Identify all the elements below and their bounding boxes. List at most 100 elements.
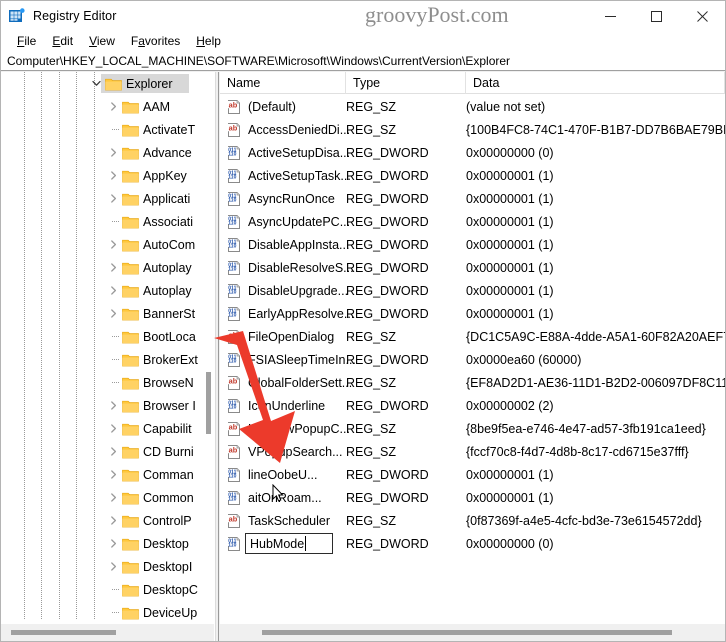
tree-elbow-line (105, 118, 121, 141)
tree-item-associati[interactable]: Associati (1, 210, 214, 233)
chevron-right-icon[interactable] (105, 486, 121, 509)
chevron-right-icon[interactable] (105, 509, 121, 532)
value-name: aitOnRoam... (248, 490, 322, 505)
registry-value-row[interactable]: ab TaskScheduler REG_SZ {0f87369f-a4e5-4cfc… (220, 509, 725, 532)
registry-value-row[interactable]: ab GlobalFolderSett... REG_SZ {EF8AD2D1-AE3… (220, 371, 725, 394)
registry-value-row[interactable]: 011 110 HubMode REG_DWORD 0x00000000 (0) (220, 532, 725, 555)
dword-value-icon: 011 110 (226, 168, 242, 184)
tree-item-desktopc[interactable]: DesktopC (1, 578, 214, 601)
chevron-right-icon[interactable] (105, 440, 121, 463)
registry-value-row[interactable]: 011 110 AsyncUpdatePC... REG_DWORD 0x0000000… (220, 210, 725, 233)
list-horizontal-scrollbar[interactable] (220, 624, 725, 641)
chevron-right-icon[interactable] (105, 555, 121, 578)
tree-item-autocom[interactable]: AutoCom (1, 233, 214, 256)
menu-item-help[interactable]: Help (188, 33, 229, 49)
address-bar[interactable]: Computer\HKEY_LOCAL_MACHINE\SOFTWARE\Mic… (1, 51, 725, 71)
tree-item-capabilit[interactable]: Capabilit (1, 417, 214, 440)
tree-item-applicati[interactable]: Applicati (1, 187, 214, 210)
registry-value-row[interactable]: 011 110 IconUnderline REG_DWORD 0x00000002 (… (220, 394, 725, 417)
tree-vscroll-thumb[interactable] (206, 372, 211, 434)
tree-elbow-line (105, 348, 121, 371)
svg-text:ab: ab (229, 445, 238, 454)
chevron-down-icon[interactable] (88, 72, 104, 95)
tree-item-explorer[interactable]: Explorer (1, 72, 214, 95)
value-data: (value not set) (466, 99, 546, 114)
registry-value-row[interactable]: 011 110 ActiveSetupTask... REG_DWORD 0x00000… (220, 164, 725, 187)
chevron-right-icon[interactable] (105, 394, 121, 417)
tree-item-appkey[interactable]: AppKey (1, 164, 214, 187)
tree-item-autoplay[interactable]: Autoplay (1, 256, 214, 279)
tree-horizontal-scrollbar[interactable] (1, 624, 214, 641)
registry-value-row[interactable]: 011 110 DisableResolveS... REG_DWORD 0x00000… (220, 256, 725, 279)
registry-value-row[interactable]: 011 110 AsyncRunOnce REG_DWORD 0x00000001 (1… (220, 187, 725, 210)
value-name: lineOobeU... (248, 467, 318, 482)
list-hscroll-thumb[interactable] (262, 630, 672, 635)
chevron-right-icon[interactable] (105, 256, 121, 279)
tree-vertical-scrollbar[interactable] (200, 72, 214, 620)
menu-item-favorites[interactable]: Favorites (123, 33, 188, 49)
tree-item-comman[interactable]: Comman (1, 463, 214, 486)
menu-item-file[interactable]: File (9, 33, 44, 49)
dword-value-icon: 011 110 (226, 260, 242, 276)
value-name: EarlyAppResolve... (248, 306, 355, 321)
dword-value-icon: 011 110 (226, 214, 242, 230)
close-button[interactable] (679, 1, 725, 31)
tree-item-browsen[interactable]: BrowseN (1, 371, 214, 394)
column-header-name[interactable]: Name (220, 72, 346, 94)
tree-item-browser-i[interactable]: Browser I (1, 394, 214, 417)
registry-value-row[interactable]: 011 110 DisableAppInsta... REG_DWORD 0x00000… (220, 233, 725, 256)
registry-value-row[interactable]: ab (Default) REG_SZ (value not set) (220, 95, 725, 118)
tree-item-bannerst[interactable]: BannerSt (1, 302, 214, 325)
tree-hscroll-thumb[interactable] (11, 630, 116, 635)
maximize-button[interactable] (633, 1, 679, 31)
registry-value-row[interactable]: ab VPopupSearch... REG_SZ {fccf70c8-f4d7-4d… (220, 440, 725, 463)
registry-value-row[interactable]: 011 110 FSIASleepTimeIn... REG_DWORD 0x0000e… (220, 348, 725, 371)
chevron-right-icon[interactable] (105, 302, 121, 325)
pane-splitter[interactable] (215, 72, 219, 641)
tree-item-autoplay[interactable]: Autoplay (1, 279, 214, 302)
column-header-type[interactable]: Type (346, 72, 466, 94)
value-name: VPopupSearch... (248, 444, 343, 459)
value-data: 0x00000002 (2) (466, 398, 554, 413)
tree-item-desktop[interactable]: Desktop (1, 532, 214, 555)
folder-icon (122, 353, 139, 367)
chevron-right-icon[interactable] (105, 532, 121, 555)
chevron-right-icon[interactable] (105, 279, 121, 302)
tree-item-brokerext[interactable]: BrokerExt (1, 348, 214, 371)
tree-item-common[interactable]: Common (1, 486, 214, 509)
registry-value-row[interactable]: 011 110 ActiveSetupDisa... REG_DWORD 0x00000… (220, 141, 725, 164)
chevron-right-icon[interactable] (105, 95, 121, 118)
value-data: 0x00000001 (1) (466, 283, 554, 298)
registry-value-row[interactable]: 011 110 aitOnRoam... REG_DWORD 0x00000001 (1… (220, 486, 725, 509)
tree-item-aam[interactable]: AAM (1, 95, 214, 118)
chevron-right-icon[interactable] (105, 463, 121, 486)
minimize-button[interactable] (587, 1, 633, 31)
registry-value-row[interactable]: 011 110 DisableUpgrade... REG_DWORD 0x000000… (220, 279, 725, 302)
chevron-right-icon[interactable] (105, 164, 121, 187)
registry-value-row[interactable]: ab AccessDeniedDi... REG_SZ {100B4FC8-74C1-… (220, 118, 725, 141)
registry-value-row[interactable]: ab ListViewPopupC... REG_SZ {8be9f5ea-e746-… (220, 417, 725, 440)
tree-item-desktopi[interactable]: DesktopI (1, 555, 214, 578)
tree-item-controlp[interactable]: ControlP (1, 509, 214, 532)
registry-value-row[interactable]: 011 110 EarlyAppResolve... REG_DWORD 0x00000… (220, 302, 725, 325)
title-bar: Registry Editor groovyPost.com (1, 1, 725, 31)
menu-item-view[interactable]: View (81, 33, 123, 49)
tree-item-bootloca[interactable]: BootLoca (1, 325, 214, 348)
chevron-right-icon[interactable] (105, 141, 121, 164)
tree-item-advance[interactable]: Advance (1, 141, 214, 164)
chevron-right-icon[interactable] (105, 233, 121, 256)
value-name-edit-input[interactable]: HubMode (245, 533, 333, 554)
value-type: REG_DWORD (346, 168, 429, 183)
menu-item-edit[interactable]: Edit (44, 33, 81, 49)
chevron-right-icon[interactable] (105, 417, 121, 440)
tree-item-cd-burni[interactable]: CD Burni (1, 440, 214, 463)
tree-item-activatet[interactable]: ActivateT (1, 118, 214, 141)
registry-value-row[interactable]: 011 110 lineOobeU... REG_DWORD 0x00000001 (1… (220, 463, 725, 486)
value-type: REG_DWORD (346, 145, 429, 160)
chevron-right-icon[interactable] (105, 187, 121, 210)
column-header-data[interactable]: Data (466, 72, 725, 94)
tree-item-deviceup[interactable]: DeviceUp (1, 601, 214, 620)
svg-text:110: 110 (228, 198, 236, 204)
string-value-icon: ab (226, 375, 242, 391)
registry-value-row[interactable]: ab FileOpenDialog REG_SZ {DC1C5A9C-E88A-4dd… (220, 325, 725, 348)
